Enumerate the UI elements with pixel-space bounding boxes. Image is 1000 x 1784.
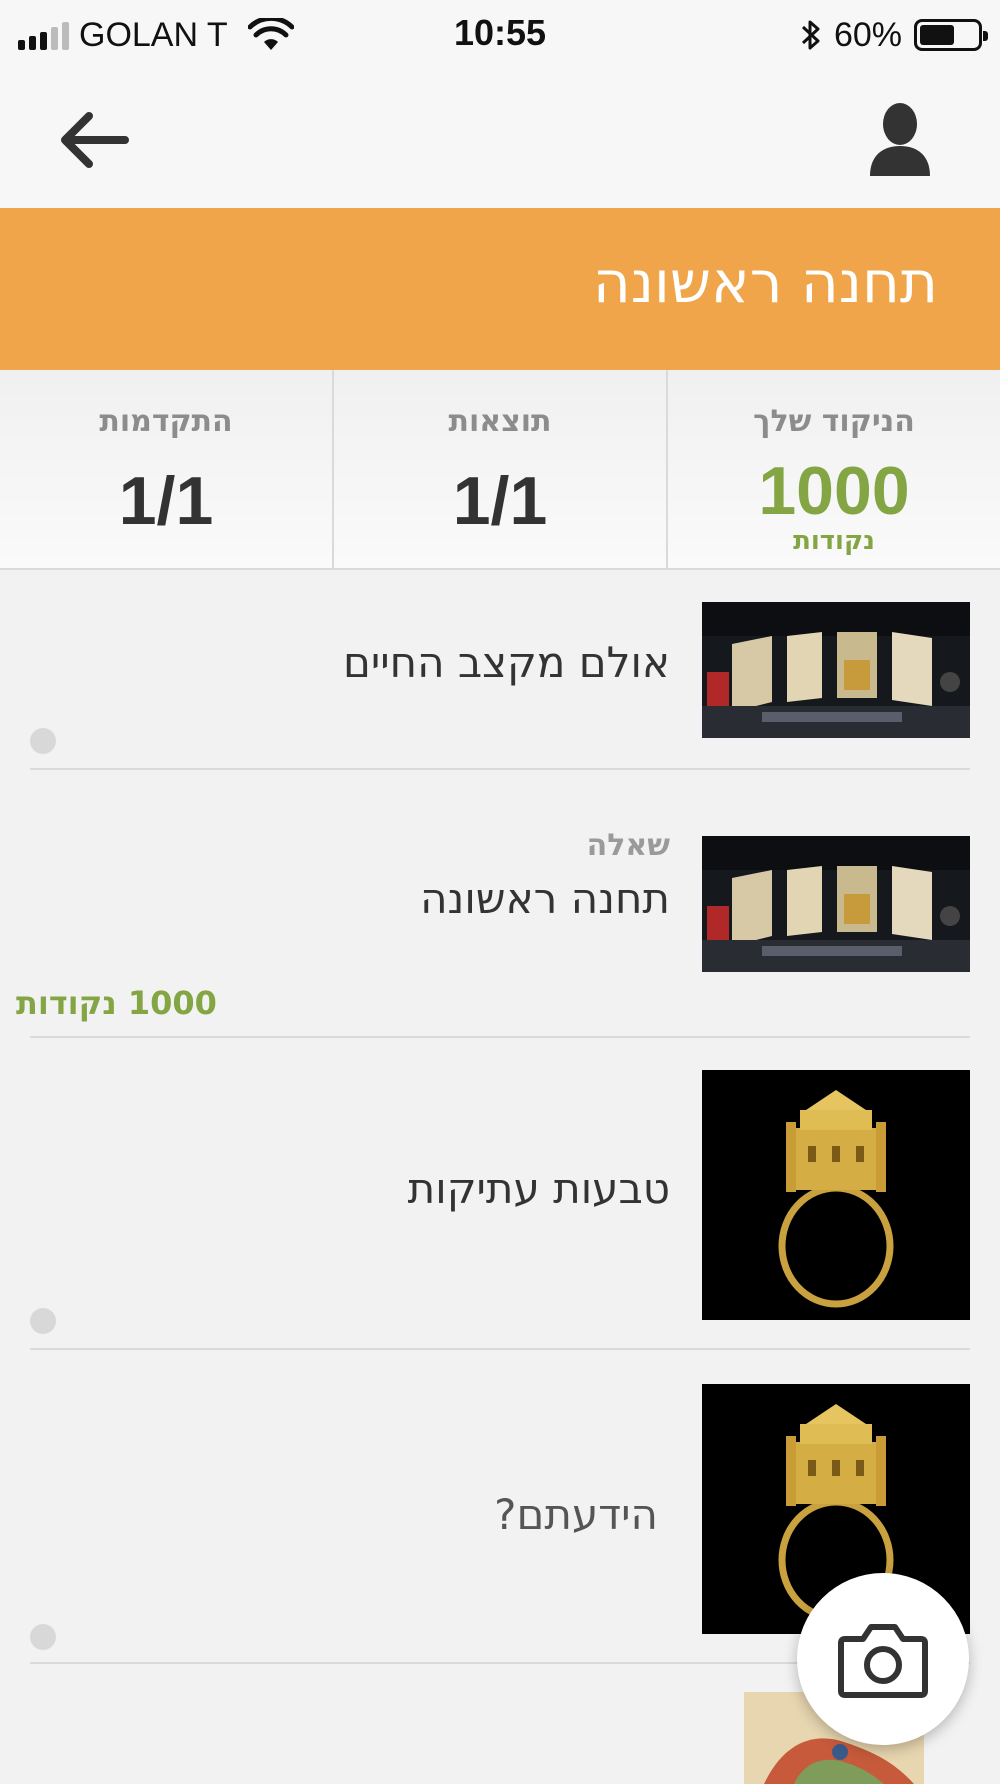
item-title: תחנה ראשונה [420, 874, 670, 923]
item-kicker: שאלה [586, 828, 670, 863]
profile-button[interactable] [860, 98, 940, 182]
stat-progress: התקדמות 1/1 [0, 370, 332, 568]
stat-results: תוצאות 1/1 [332, 370, 666, 568]
battery-icon [914, 19, 988, 51]
points-earned: 1000 נקודות [16, 984, 217, 1022]
item-title: אולם מקצב החיים [342, 638, 670, 687]
gold-ring-thumbnail [702, 1070, 970, 1320]
camera-button[interactable] [797, 1573, 969, 1745]
list-item[interactable]: שאלה תחנה ראשונה 1000 נקודות [0, 770, 1000, 1038]
stat-label: תוצאות [448, 404, 552, 439]
battery-percent: 60% [833, 15, 902, 54]
camera-icon [838, 1624, 928, 1698]
item-title: הידעתם? [494, 1490, 658, 1539]
arrow-left-icon [61, 112, 129, 168]
museum-hall-thumbnail [702, 602, 970, 738]
nav-bar [0, 70, 1000, 209]
stats-panel: התקדמות 1/1 תוצאות 1/1 הניקוד שלך 1000 נ… [0, 370, 1000, 570]
stat-label: הניקוד שלך [753, 404, 915, 439]
bluetooth-icon [801, 20, 820, 50]
status-dot [30, 1624, 56, 1650]
list-item[interactable]: טבעות עתיקות [0, 1038, 1000, 1350]
back-button[interactable] [55, 100, 135, 180]
museum-hall-thumbnail [702, 836, 970, 972]
status-right: 60% [800, 12, 988, 58]
stat-value: 1/1 [452, 463, 548, 539]
list-item[interactable]: אולם מקצב החיים [0, 570, 1000, 770]
score-value: 1000 [758, 453, 910, 529]
stat-score: הניקוד שלך 1000 נקודות [666, 370, 1000, 568]
user-icon [870, 103, 930, 176]
score-unit: נקודות [793, 526, 875, 556]
stat-value: 1/1 [118, 463, 214, 539]
status-dot [30, 1308, 56, 1334]
page-title: תחנה ראשונה [592, 248, 938, 316]
stat-label: התקדמות [99, 404, 233, 439]
item-title: טבעות עתיקות [407, 1164, 670, 1213]
station-banner: תחנה ראשונה [0, 208, 1000, 370]
status-bar: GOLAN T 10:55 60% [0, 0, 1000, 70]
status-dot [30, 728, 56, 754]
